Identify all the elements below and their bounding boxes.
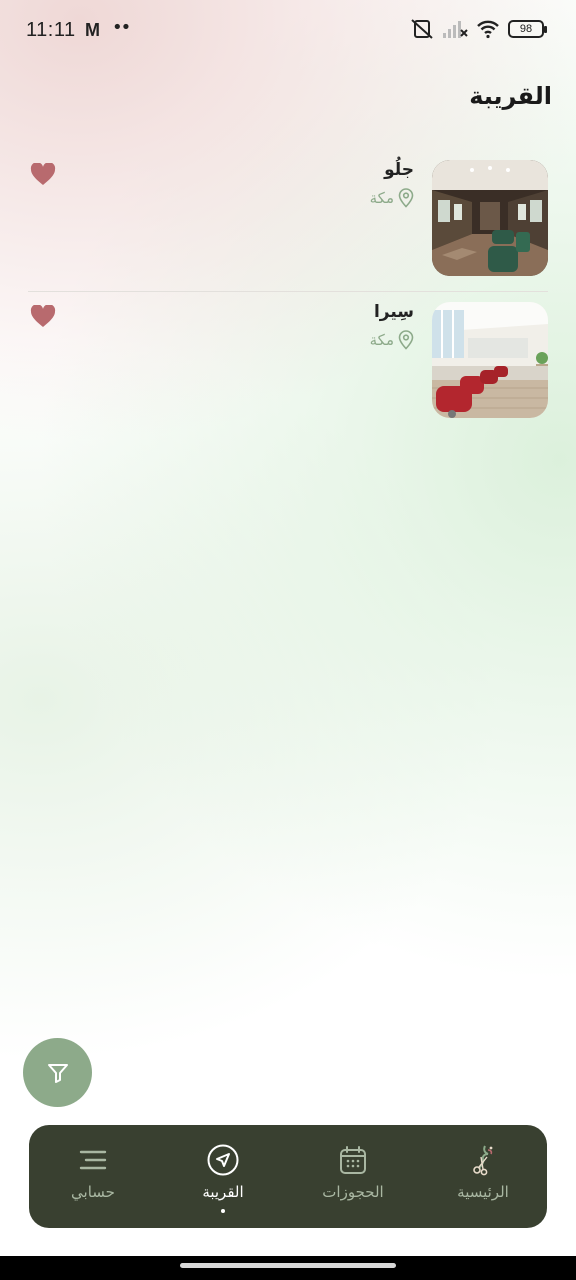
- more-notifications-icon: ••: [112, 17, 131, 38]
- salon-image: [432, 160, 548, 276]
- vibrate-off-icon: [411, 19, 433, 39]
- nav-label: القريبة: [202, 1183, 244, 1201]
- page-title: القريبة: [469, 82, 552, 110]
- favorite-heart-icon[interactable]: [30, 163, 56, 187]
- status-time: 11:11: [26, 19, 76, 41]
- list-item[interactable]: جلُو مكة: [28, 150, 548, 291]
- wifi-icon: [477, 20, 499, 39]
- nav-label: الحجوزات: [322, 1183, 384, 1201]
- location-text: مكة: [369, 331, 394, 349]
- bottom-nav: حسابي القريبة الحجوزات الرئيسية: [29, 1125, 547, 1228]
- salon-list: جلُو مكة سِيرا مكة: [28, 150, 548, 433]
- nav-item-home[interactable]: الرئيسية: [428, 1125, 538, 1228]
- gmail-icon: M: [85, 20, 100, 40]
- salon-name: سِيرا: [373, 302, 414, 322]
- status-icons: 98: [410, 18, 547, 40]
- salon-name: جلُو: [384, 160, 414, 180]
- nav-label: حسابي: [71, 1183, 115, 1201]
- menu-icon: [79, 1150, 107, 1170]
- battery-icon: 98: [508, 20, 547, 38]
- scissors-logo-icon: [473, 1145, 493, 1176]
- salon-image: [432, 302, 548, 418]
- system-nav-bar: [0, 1256, 576, 1280]
- location-pin-icon: [398, 330, 414, 350]
- status-bar: 11:11 M •• 98: [0, 0, 576, 60]
- nav-item-nearby[interactable]: القريبة: [168, 1125, 278, 1228]
- list-item[interactable]: سِيرا مكة: [28, 292, 548, 433]
- filter-button[interactable]: [23, 1038, 92, 1107]
- home-indicator[interactable]: [180, 1263, 396, 1268]
- salon-location: مكة: [370, 330, 414, 350]
- signal-icon: [443, 21, 468, 38]
- location-pin-icon: [398, 188, 414, 208]
- nav-item-account[interactable]: حسابي: [38, 1125, 148, 1228]
- salon-location: مكة: [370, 188, 414, 208]
- nav-label: الرئيسية: [457, 1183, 509, 1201]
- active-indicator: [221, 1209, 225, 1213]
- nav-item-bookings[interactable]: الحجوزات: [298, 1125, 408, 1228]
- filter-icon: [47, 1063, 68, 1083]
- location-text: مكة: [369, 189, 394, 207]
- navigation-arrow-icon: [207, 1144, 239, 1176]
- favorite-heart-icon[interactable]: [30, 305, 56, 329]
- calendar-icon: [340, 1146, 366, 1174]
